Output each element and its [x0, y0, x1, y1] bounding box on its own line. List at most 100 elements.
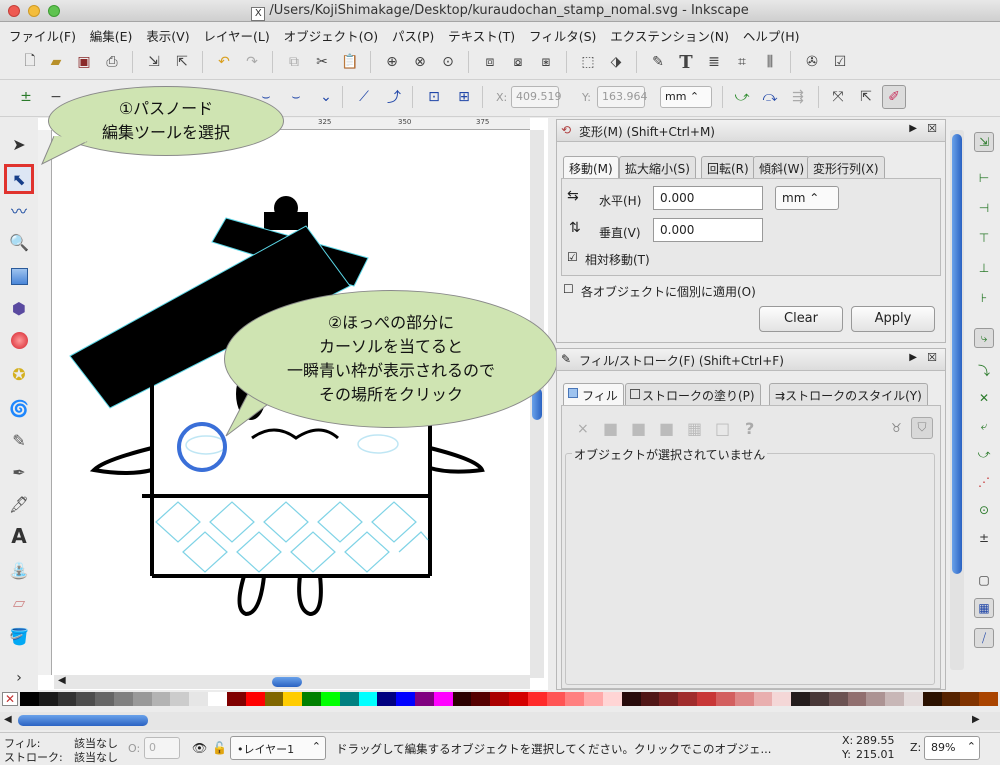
relative-move-checkbox[interactable]: ☑ — [567, 250, 578, 264]
palette-scroll-left-icon[interactable]: ◀ — [4, 714, 12, 725]
panel-close-icon[interactable]: ☒ — [927, 351, 937, 364]
no-paint-icon[interactable]: × — [577, 421, 589, 437]
fill-rule-nonzero-icon[interactable]: ⛉ — [911, 417, 933, 439]
calligraphy-tool-icon[interactable]: 🖋 — [7, 492, 31, 516]
color-swatch[interactable] — [377, 692, 397, 706]
open-folder-icon[interactable]: ▰ — [46, 52, 66, 72]
color-swatch[interactable] — [809, 692, 829, 706]
color-swatch[interactable] — [697, 692, 717, 706]
insert-node-icon[interactable]: ± — [16, 87, 36, 107]
layer-select[interactable]: •レイヤー1 ⌃ — [230, 736, 326, 760]
horizontal-scroll-thumb[interactable] — [272, 677, 302, 687]
ellipse-tool-icon[interactable] — [7, 328, 31, 352]
unit-select[interactable]: mm ⌃ — [660, 86, 712, 108]
3d-box-tool-icon[interactable]: ⬢ — [7, 296, 31, 320]
color-swatch[interactable] — [509, 692, 528, 706]
snap-rotation-center-icon[interactable]: ± — [974, 528, 994, 548]
spray-tool-icon[interactable]: ⛲ — [7, 558, 31, 582]
save-icon[interactable]: ▣ — [74, 52, 94, 72]
apply-button[interactable]: Apply — [851, 306, 935, 332]
color-swatch[interactable] — [903, 692, 923, 706]
layers-icon[interactable]: ≣ — [704, 52, 724, 72]
segment-line-icon[interactable]: ⟋ — [354, 87, 374, 107]
stroke-to-path-icon[interactable]: ⊞ — [454, 87, 474, 107]
color-swatch[interactable] — [922, 692, 942, 706]
panel-scroll-thumb[interactable] — [952, 134, 962, 574]
zoom-tool-icon[interactable]: 🔍 — [7, 230, 31, 254]
show-transform-handles-icon[interactable]: ⤧ — [828, 87, 848, 107]
color-swatch[interactable] — [565, 692, 585, 706]
menu-text[interactable]: テキスト(T) — [443, 23, 520, 48]
color-swatch[interactable] — [320, 692, 340, 706]
color-swatch[interactable] — [941, 692, 961, 706]
duplicate-icon[interactable]: ⧈ — [480, 52, 500, 72]
color-swatch[interactable] — [38, 692, 58, 706]
color-swatch[interactable] — [339, 692, 359, 706]
copy-icon[interactable]: ⧉ — [284, 52, 304, 72]
tab-move[interactable]: 移動(M) — [563, 156, 619, 178]
text-tool-icon[interactable]: A — [7, 524, 31, 548]
tab-scale[interactable]: 拡大縮小(S) — [619, 156, 696, 178]
document-properties-icon[interactable]: ☑ — [830, 52, 850, 72]
show-path-outline-icon[interactable]: ✐ — [882, 85, 906, 109]
menu-help[interactable]: ヘルプ(H) — [738, 23, 805, 48]
color-swatch[interactable] — [734, 692, 754, 706]
undo-icon[interactable]: ↶ — [214, 52, 234, 72]
tab-stroke-paint[interactable]: ストロークの塗り(P) — [625, 383, 761, 405]
color-swatch[interactable] — [847, 692, 867, 706]
color-swatch[interactable] — [151, 692, 171, 706]
zoom-selection-icon[interactable]: ⊕ — [382, 52, 402, 72]
color-swatch[interactable] — [226, 692, 246, 706]
color-swatch[interactable] — [828, 692, 848, 706]
panel-menu-icon[interactable]: ▶ — [909, 123, 917, 134]
color-swatch[interactable] — [960, 692, 980, 706]
swatch-icon[interactable]: □ — [715, 419, 730, 438]
color-swatch[interactable] — [527, 692, 547, 706]
snap-bbox-icon[interactable]: ⊢ — [974, 168, 994, 188]
tab-rotate[interactable]: 回転(R) — [701, 156, 755, 178]
zoom-input[interactable]: 89% ⌃ — [924, 736, 980, 760]
color-swatch[interactable] — [302, 692, 322, 706]
ungroup-icon[interactable]: ⬗ — [606, 52, 626, 72]
group-icon[interactable]: ⬚ — [578, 52, 598, 72]
paste-icon[interactable]: 📋 — [340, 52, 360, 72]
text-font-icon[interactable]: T — [676, 52, 696, 73]
menu-object[interactable]: オブジェクト(O) — [279, 23, 384, 48]
more-tools-chevron-icon[interactable]: › — [7, 666, 31, 690]
pencil-tool-icon[interactable]: ✎ — [7, 428, 31, 452]
align-icon[interactable]: ⫼ — [760, 52, 780, 72]
color-swatch[interactable] — [452, 692, 472, 706]
snap-bbox-edge-icon[interactable]: ⊣ — [974, 198, 994, 218]
color-swatch[interactable] — [490, 692, 510, 706]
segment-curve-icon[interactable]: ⤴ — [384, 87, 404, 107]
print-icon[interactable]: ⎙ — [102, 52, 122, 72]
import-icon[interactable]: ⇲ — [144, 52, 164, 72]
panel-menu-icon[interactable]: ▶ — [909, 352, 917, 363]
auto-node-icon[interactable]: ⌄ — [316, 87, 336, 107]
preferences-icon[interactable]: ✇ — [802, 52, 822, 72]
redo-icon[interactable]: ↷ — [242, 52, 262, 72]
color-swatch[interactable] — [772, 692, 792, 706]
tweak-tool-icon[interactable]: 〰 — [7, 198, 31, 222]
color-swatch[interactable] — [132, 692, 152, 706]
snap-midpoint-icon[interactable]: ⋰ — [974, 472, 994, 492]
spiral-tool-icon[interactable]: 🌀 — [7, 396, 31, 420]
show-bbox-icon[interactable]: ⇱ — [856, 87, 876, 107]
menu-extensions[interactable]: エクステンション(N) — [605, 23, 734, 48]
color-swatch[interactable] — [678, 692, 698, 706]
panel-close-icon[interactable]: ☒ — [927, 122, 937, 135]
snap-nodes-icon[interactable]: ⤷ — [974, 328, 994, 348]
color-swatch[interactable] — [170, 692, 190, 706]
color-swatch[interactable] — [979, 692, 999, 706]
color-swatch[interactable] — [471, 692, 491, 706]
palette-scroll-right-icon[interactable]: ▶ — [972, 714, 980, 725]
palette-scrollbar[interactable]: ◀ ▶ — [0, 712, 1000, 730]
export-icon[interactable]: ⇱ — [172, 52, 192, 72]
transform-unit-select[interactable]: mm ⌃ — [775, 186, 839, 210]
color-swatch[interactable] — [396, 692, 416, 706]
clear-button[interactable]: Clear — [759, 306, 843, 332]
layer-lock-icon[interactable]: 🔓 — [212, 741, 227, 755]
color-swatch[interactable] — [621, 692, 641, 706]
symmetric-node-icon[interactable]: ⌣ — [286, 87, 306, 107]
unset-paint-icon[interactable]: ? — [745, 419, 754, 438]
